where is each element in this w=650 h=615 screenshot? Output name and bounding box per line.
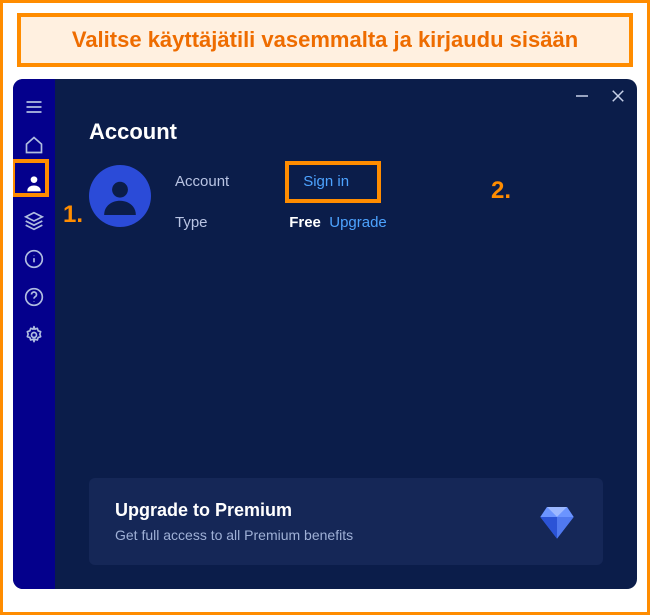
account-section: Account Sign in Type Free Upgrade [89,165,603,231]
sign-in-link[interactable]: Sign in [289,165,363,198]
info-icon[interactable] [16,241,52,277]
home-icon[interactable] [16,127,52,163]
avatar [89,165,151,227]
diamond-icon [537,502,577,542]
layers-icon[interactable] [16,203,52,239]
promo-title: Upgrade to Premium [115,500,353,521]
upgrade-promo[interactable]: Upgrade to Premium Get full access to al… [89,478,603,565]
window-controls [573,87,627,105]
app-window: 1. Account Account S [13,79,637,589]
type-label: Type [175,214,229,231]
close-button[interactable] [609,87,627,105]
account-label: Account [175,173,229,190]
sidebar [13,79,55,589]
menu-icon[interactable] [16,89,52,125]
instruction-banner: Valitse käyttäjätili vasemmalta ja kirja… [17,13,633,67]
page-title: Account [89,119,603,145]
type-value: Free [289,214,321,231]
settings-icon[interactable] [16,317,52,353]
help-icon[interactable] [16,279,52,315]
minimize-button[interactable] [573,87,591,105]
upgrade-link[interactable]: Upgrade [329,214,387,231]
content-area: Account Account Sign in Type Free [55,79,637,589]
account-icon[interactable] [16,165,52,201]
promo-subtitle: Get full access to all Premium benefits [115,527,353,543]
marker-2: 2. [491,177,511,205]
